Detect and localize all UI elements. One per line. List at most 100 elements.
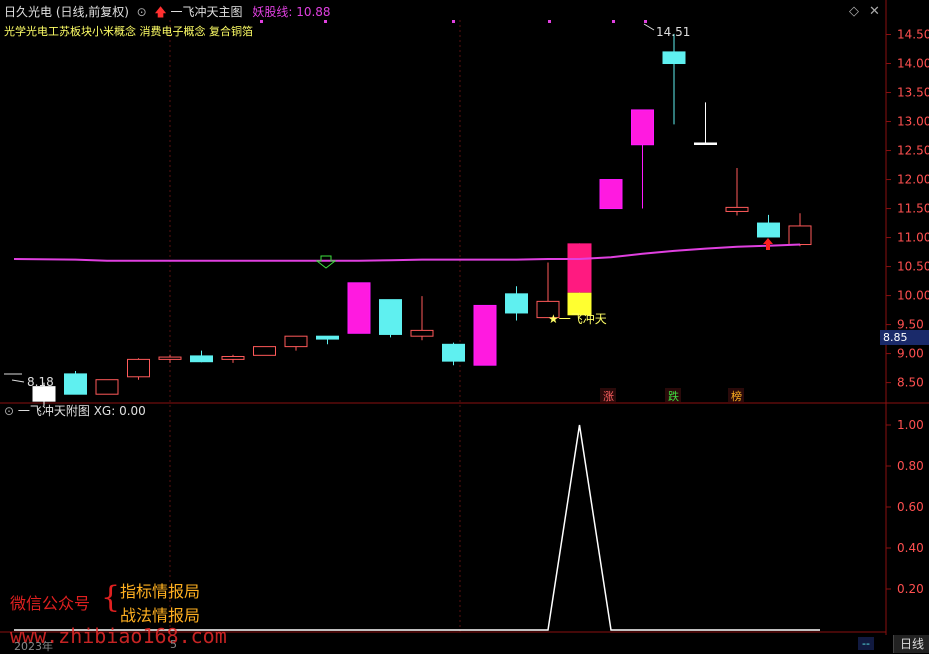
month-label: 5 [170,638,177,651]
price-tick-label: 12.50 [897,144,929,158]
sub-tick-label: 1.00 [897,418,924,432]
candle-body [127,358,150,378]
sub-tick-label: 0.40 [897,541,924,555]
low-label: 8.18 [27,375,54,389]
price-tick-label: 10.00 [897,289,929,303]
legend-zhang: 涨 [603,390,614,403]
candle-body [725,206,749,212]
candle-body [599,179,623,210]
price-tick-label: 13.00 [897,115,929,129]
candle-body [64,373,87,395]
grid [0,0,929,635]
candle-body [316,335,339,340]
candle [567,243,592,316]
decorations [4,20,773,402]
high-label: 14.51 [656,25,691,39]
date-label: 2023年 [14,640,53,653]
candle-body [567,243,592,293]
legend-bang: 榜 [731,390,742,403]
candle-body [347,282,371,334]
candle-body [505,293,528,314]
high-pointer [643,23,655,31]
candle [505,286,528,321]
candle-body [757,222,780,238]
candle [662,33,686,125]
indicator-name[interactable]: 一飞冲天主图 [171,5,243,19]
yaoguxian-value: 妖股线: 10.88 [252,5,331,19]
wechat-label: 微信公众号 [10,594,91,613]
stock-title[interactable]: 日久光电 (日线,前复权) [4,5,129,19]
candle [788,213,812,247]
candle [64,370,87,395]
chart-canvas: 14.50 14.00 13.50 13.00 12.50 12.00 11.50 11.00… [0,0,929,635]
sub-tick-label: 0.60 [897,500,924,514]
price-tick-label: 13.50 [897,86,929,100]
brace-icon: { [101,580,121,615]
price-tick-label: 11.00 [897,231,929,245]
candle-body [473,304,497,366]
candle-body [442,343,465,362]
candle-body [410,329,434,337]
candle-body [95,379,119,395]
yaogu-line [13,243,801,262]
up-arrow-icon: 🡅 [154,5,167,19]
candle [757,214,780,238]
current-price-tag: 8.85 [880,330,929,345]
candle [284,335,308,351]
close-icon[interactable]: ✕ [869,4,880,19]
low-pointer [11,379,25,383]
candle-body [190,355,213,363]
price-tick-label: 10.50 [897,260,929,274]
signal-dot [612,20,615,23]
signal-dot [644,20,647,23]
candle [442,342,465,366]
dropdown-icon[interactable]: ⊙ [133,5,151,19]
sub-tick-label: 0.80 [897,459,924,473]
candle [347,282,371,334]
signal-dot [548,20,551,23]
candle [158,354,182,363]
price-tick-label: 8.50 [897,376,924,390]
dropdown-icon[interactable]: ⊙ [4,404,18,418]
candle-body [221,355,245,360]
candle-body [788,225,812,246]
candle [725,167,749,216]
price-tick-label: 9.00 [897,347,924,361]
candle [253,346,276,356]
period-dash[interactable]: -- [858,637,874,650]
candle-body [662,51,686,65]
candle [379,299,402,338]
concept-tags: 光学光电工苏板块小米概念 消费电子概念 复合铜箔 [4,25,253,38]
price-tick-label: 14.50 [897,28,929,42]
candle [127,358,150,380]
sub-axis: 1.00 0.80 0.60 0.40 0.20 [886,418,924,596]
candle-body [158,356,182,360]
watermark-line1: 指标情报局 [120,582,201,601]
candle-body [379,299,402,335]
diamond-icon[interactable]: ◇ [849,4,859,19]
price-tick-label: 11.50 [897,202,929,216]
candle [694,102,717,145]
candle-body [284,335,308,348]
candle [190,350,213,363]
candle [316,335,339,345]
candle-body [253,346,276,356]
candles [32,33,812,406]
price-tick-label: 12.00 [897,173,929,187]
period-button[interactable]: 日线 [893,635,929,653]
candle-body [694,142,717,145]
chart-header: 日久光电 (日线,前复权) ⊙ 🡅 一飞冲天主图 妖股线: 10.88 [4,3,331,24]
candle [631,109,654,209]
red-up-arrow-icon [763,238,773,250]
candle [473,304,497,366]
candle [599,179,623,210]
sub-indicator-label[interactable]: 一飞冲天附图 XG: 0.00 [18,404,146,418]
candle [410,296,434,341]
candle [221,354,245,363]
legend-die: 跌 [668,390,679,403]
watermark-line2: 战法情报局 [120,606,201,625]
signal-dot [452,20,455,23]
down-arrow-icon [315,255,337,269]
sub-tick-label: 0.20 [897,582,924,596]
candle [95,379,119,395]
